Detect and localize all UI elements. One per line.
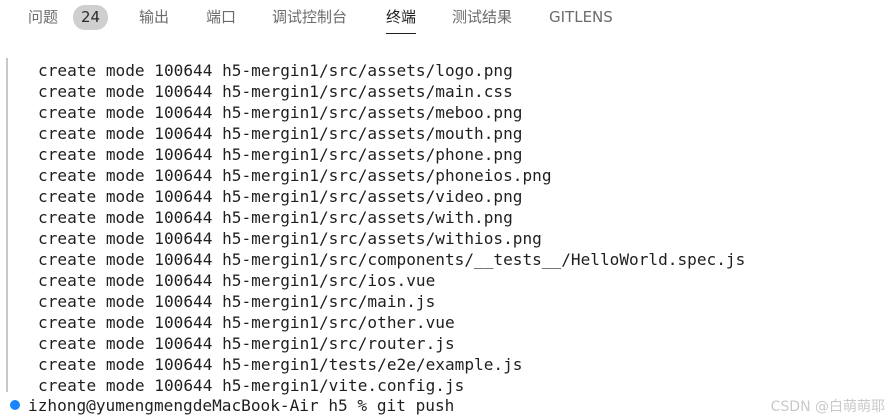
terminal-line: create mode 100644 h5-mergin1/src/assets…	[38, 124, 523, 143]
tab-ports[interactable]: 端口	[206, 0, 236, 34]
tab-output[interactable]: 输出	[139, 0, 169, 34]
terminal-line: create mode 100644 h5-mergin1/src/assets…	[38, 61, 513, 80]
tab-test-results[interactable]: 测试结果	[452, 0, 512, 34]
terminal-line: create mode 100644 h5-mergin1/src/other.…	[38, 313, 455, 332]
terminal-line: create mode 100644 h5-mergin1/src/compon…	[38, 250, 746, 269]
terminal-line: create mode 100644 h5-mergin1/src/assets…	[38, 145, 523, 164]
tab-problems[interactable]: 问题	[28, 0, 58, 34]
command-decoration-bar	[6, 58, 8, 392]
watermark: CSDN @白萌萌耶	[770, 399, 885, 415]
terminal-prompt-line: izhong@yumengmengdeMacBook-Air h5 % git …	[28, 396, 455, 415]
panel-tab-bar: 问题 24 输出 端口 调试控制台 终端 测试结果 GITLENS	[0, 0, 891, 36]
terminal-line: create mode 100644 h5-mergin1/src/assets…	[38, 229, 542, 248]
terminal-line: create mode 100644 h5-mergin1/src/assets…	[38, 166, 552, 185]
tab-debug-console[interactable]: 调试控制台	[272, 0, 347, 34]
terminal-line: create mode 100644 h5-mergin1/src/assets…	[38, 187, 523, 206]
terminal-line: create mode 100644 h5-mergin1/vite.confi…	[38, 376, 465, 395]
terminal-output[interactable]: create mode 100644 h5-mergin1/src/assets…	[0, 58, 891, 420]
terminal-line: create mode 100644 h5-mergin1/src/main.j…	[38, 292, 436, 311]
tab-terminal[interactable]: 终端	[386, 0, 417, 34]
terminal-line: create mode 100644 h5-mergin1/src/ios.vu…	[38, 271, 436, 290]
problems-count-badge: 24	[73, 5, 108, 30]
terminal-line: create mode 100644 h5-mergin1/src/assets…	[38, 103, 523, 122]
terminal-line: create mode 100644 h5-mergin1/src/assets…	[38, 208, 513, 227]
command-status-dot-icon[interactable]	[10, 400, 20, 410]
terminal-line: create mode 100644 h5-mergin1/src/assets…	[38, 82, 513, 101]
tab-gitlens[interactable]: GITLENS	[549, 0, 613, 34]
terminal-line: create mode 100644 h5-mergin1/src/router…	[38, 334, 455, 353]
terminal-line: create mode 100644 h5-mergin1/tests/e2e/…	[38, 355, 523, 374]
